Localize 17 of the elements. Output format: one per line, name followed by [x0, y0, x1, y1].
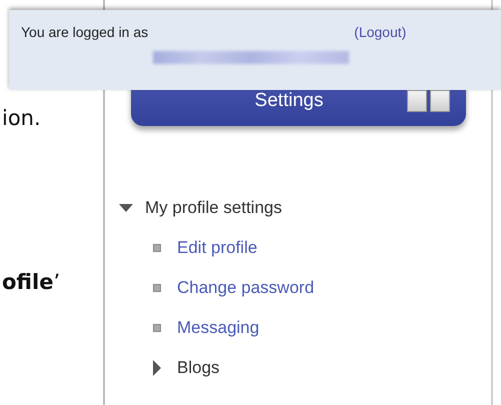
tree-link[interactable]: Messaging: [177, 318, 260, 338]
bullet-icon: [153, 284, 161, 292]
bullet-icon: [153, 244, 161, 252]
block-title: Settings: [254, 90, 324, 112]
tree-branch[interactable]: My profile settings: [145, 198, 282, 218]
document-text: ion.: [1, 105, 42, 132]
logout-link[interactable]: (Logout): [354, 24, 406, 40]
tree-link[interactable]: Change password: [177, 278, 314, 298]
expanded-arrow-icon[interactable]: [119, 204, 133, 212]
login-text: You are logged in as: [21, 24, 148, 40]
document-text: ofile’: [1, 269, 62, 296]
tree-branch[interactable]: Blogs: [177, 358, 220, 378]
bullet-icon: [153, 324, 161, 332]
tree-link[interactable]: Edit profile: [177, 238, 258, 258]
collapsed-arrow-icon[interactable]: [153, 360, 161, 376]
dock-icon[interactable]: [430, 90, 450, 112]
minimize-icon[interactable]: [407, 90, 427, 112]
